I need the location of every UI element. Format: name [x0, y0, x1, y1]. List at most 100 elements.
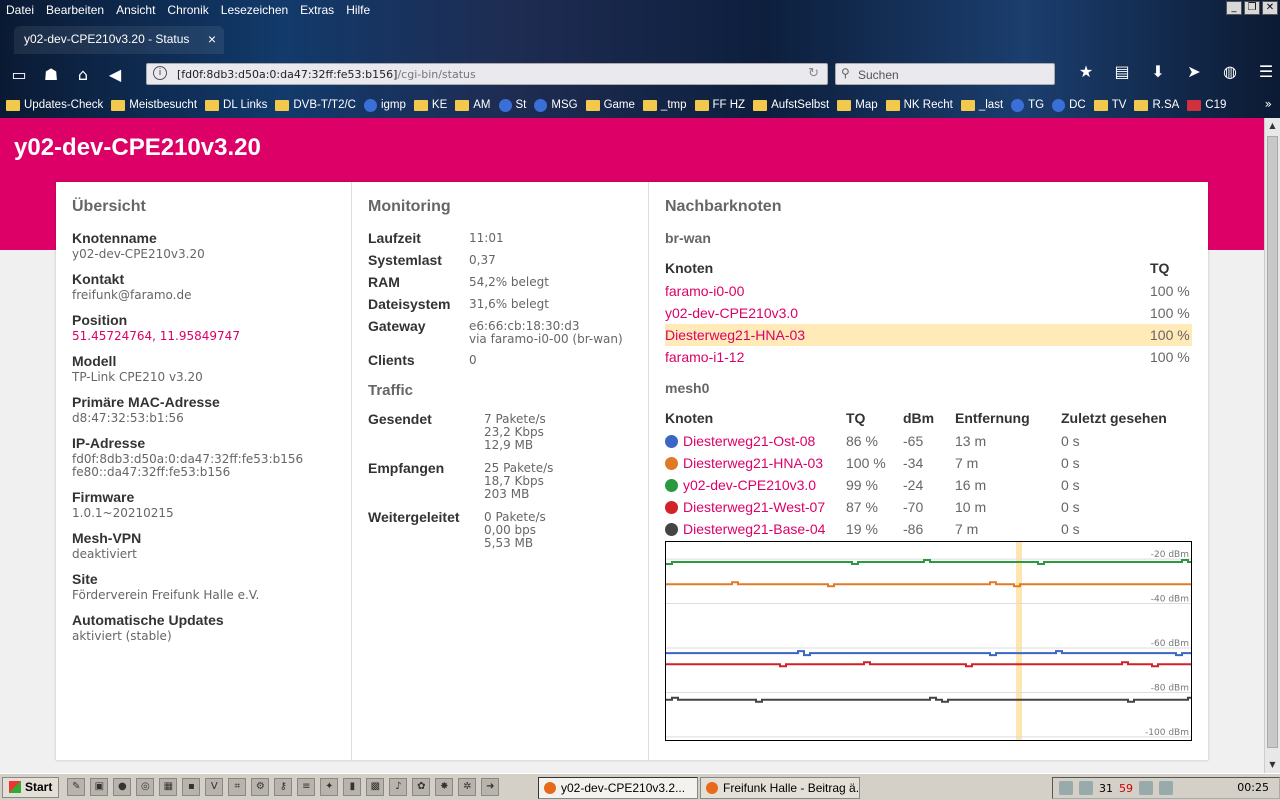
bookmark-1[interactable]: Meistbesucht [111, 99, 197, 111]
bug-icon[interactable]: ✸ [435, 778, 454, 796]
tools-icon[interactable]: ⚙ [251, 778, 270, 796]
bookmark-6[interactable]: AM [455, 99, 491, 111]
account-icon[interactable]: ☗ [38, 65, 64, 84]
chart-icon[interactable]: ≡ [297, 778, 316, 796]
scroll-down-arrow[interactable]: ▼ [1265, 757, 1280, 773]
bookmark-10[interactable]: _tmp [642, 99, 687, 111]
bookmark-5[interactable]: KE [413, 99, 447, 111]
globe-icon[interactable]: ◍ [1216, 62, 1244, 81]
send-icon[interactable]: ➤ [1180, 62, 1208, 81]
bookmark-9[interactable]: Game [585, 99, 635, 111]
bookmark-0[interactable]: Updates-Check [6, 99, 103, 111]
node-link[interactable]: Diesterweg21-HNA-03 [665, 327, 805, 343]
overview-field: Automatische Updates aktiviert (stable) [72, 612, 335, 643]
download-icon[interactable]: ⬇ [1144, 62, 1172, 81]
terminal-icon[interactable]: ▮ [343, 778, 362, 796]
tab-status[interactable]: y02-dev-CPE210v3.20 - Status × [14, 26, 224, 54]
bookmark-4[interactable]: igmp [363, 98, 406, 112]
tray-network-icon[interactable] [1079, 781, 1093, 795]
table-row[interactable]: faramo-i1-12 100 % [665, 346, 1192, 368]
bookmark-2[interactable]: DL Links [205, 99, 267, 111]
menu-chronik[interactable]: Chronik [161, 3, 214, 17]
node-link[interactable]: faramo-i1-12 [665, 349, 744, 365]
bookmark-13[interactable]: Map [837, 99, 878, 111]
info-icon[interactable]: i [153, 66, 167, 80]
start-button[interactable]: Start [2, 776, 60, 798]
bookmark-17[interactable]: DC [1052, 98, 1086, 112]
node-link[interactable]: faramo-i0-00 [665, 283, 744, 299]
vc-icon[interactable]: V [205, 778, 224, 796]
node-link[interactable]: Diesterweg21-HNA-03 [683, 455, 823, 471]
tray-volume-icon[interactable] [1139, 781, 1153, 795]
url-bar[interactable]: i [fd0f:8db3:d50a:0:da47:32ff:fe53:b156]… [146, 63, 828, 85]
firefox-icon[interactable]: ● [113, 778, 132, 796]
bookmark-20[interactable]: C19 [1187, 99, 1226, 111]
folder-icon[interactable]: ▣ [90, 778, 109, 796]
reload-icon[interactable]: ↻ [808, 66, 819, 81]
arrow-icon[interactable]: ➜ [481, 778, 500, 796]
library-icon[interactable]: ▤ [1108, 62, 1136, 81]
position-link[interactable]: 51.45724764, 11.95849747 [72, 330, 335, 343]
table-row[interactable]: Diesterweg21-Ost-08 86 % -65 13 m 0 s [665, 430, 1192, 452]
field-label: IP-Adresse [72, 435, 146, 451]
menu-ansicht[interactable]: Ansicht [110, 3, 161, 17]
menu-lesezeichen[interactable]: Lesezeichen [215, 3, 294, 17]
bookmark-14[interactable]: NK Recht [885, 99, 953, 111]
table-row[interactable]: y02-dev-CPE210v3.0 100 % [665, 302, 1192, 324]
search-input[interactable]: ⚲ Suchen [835, 63, 1055, 85]
hamburger-menu-icon[interactable]: ☰ [1252, 62, 1280, 81]
scroll-up-arrow[interactable]: ▲ [1265, 118, 1280, 134]
table-row[interactable]: Diesterweg21-West-07 87 % -70 10 m 0 s [665, 496, 1192, 518]
save-icon[interactable]: ▪ [182, 778, 201, 796]
node-link[interactable]: y02-dev-CPE210v3.0 [683, 477, 816, 493]
menu-hilfe[interactable]: Hilfe [340, 3, 376, 17]
node-link[interactable]: Diesterweg21-Ost-08 [683, 433, 815, 449]
network-icon[interactable]: ⌗ [228, 778, 247, 796]
task-button-freifunk[interactable]: Freifunk Halle - Beitrag ä... [700, 777, 860, 799]
gear-icon[interactable]: ✲ [458, 778, 477, 796]
task-button-status[interactable]: y02-dev-CPE210v3.2... [538, 777, 698, 799]
tray-usb-icon[interactable] [1159, 781, 1173, 795]
explorer-icon[interactable]: ▦ [159, 778, 178, 796]
paint-icon[interactable]: ✿ [412, 778, 431, 796]
menu-datei[interactable]: Datei [0, 3, 40, 17]
browser-icon[interactable]: ◎ [136, 778, 155, 796]
bookmark-15[interactable]: _last [960, 99, 1003, 111]
restore-button[interactable]: ❐ [1244, 1, 1260, 15]
table-row[interactable]: faramo-i0-00 100 % [665, 280, 1192, 302]
menu-extras[interactable]: Extras [294, 3, 340, 17]
back-icon[interactable]: ◀ [102, 65, 128, 84]
key-icon[interactable]: ⚷ [274, 778, 293, 796]
bookmark-8[interactable]: MSG [534, 98, 578, 112]
minimize-button[interactable]: _ [1226, 1, 1242, 15]
sidebar-icon[interactable]: ▭ [6, 65, 32, 84]
node-link[interactable]: Diesterweg21-Base-04 [683, 521, 825, 537]
node-link[interactable]: Diesterweg21-West-07 [683, 499, 825, 515]
bookmarks-overflow-icon[interactable]: » [1265, 97, 1272, 111]
bookmark-19[interactable]: R.SA [1134, 99, 1179, 111]
bookmark-18[interactable]: TV [1093, 99, 1126, 111]
tab-close-icon[interactable]: × [208, 31, 216, 47]
media-icon[interactable]: ♪ [389, 778, 408, 796]
menu-bearbeiten[interactable]: Bearbeiten [40, 3, 110, 17]
node-link[interactable]: y02-dev-CPE210v3.0 [665, 305, 798, 321]
scroll-thumb[interactable] [1267, 136, 1278, 748]
tray-app-icon[interactable] [1059, 781, 1073, 795]
plugin-icon[interactable]: ✦ [320, 778, 339, 796]
bookmark-16[interactable]: TG [1011, 98, 1044, 112]
chip-icon[interactable]: ▩ [366, 778, 385, 796]
bookmark-12[interactable]: AufstSelbst [753, 99, 829, 111]
bookmark-3[interactable]: DVB-T/T2/C [275, 99, 356, 111]
home-icon[interactable]: ⌂ [70, 65, 96, 84]
table-row[interactable]: Diesterweg21-HNA-03 100 % -34 7 m 0 s [665, 452, 1192, 474]
page-scrollbar[interactable]: ▲ ▼ [1264, 118, 1280, 773]
bookmark-star-icon[interactable]: ★ [1072, 62, 1100, 81]
bookmark-7[interactable]: St [498, 98, 526, 112]
bookmark-11[interactable]: FF HZ [694, 99, 745, 111]
table-row[interactable]: Diesterweg21-Base-04 19 % -86 7 m 0 s [665, 518, 1192, 540]
notes-icon[interactable]: ✎ [67, 778, 86, 796]
table-row[interactable]: y02-dev-CPE210v3.0 99 % -24 16 m 0 s [665, 474, 1192, 496]
close-window-button[interactable]: ✕ [1262, 1, 1278, 15]
field-label: Kontakt [72, 271, 125, 287]
table-row[interactable]: Diesterweg21-HNA-03 100 % [665, 324, 1192, 346]
